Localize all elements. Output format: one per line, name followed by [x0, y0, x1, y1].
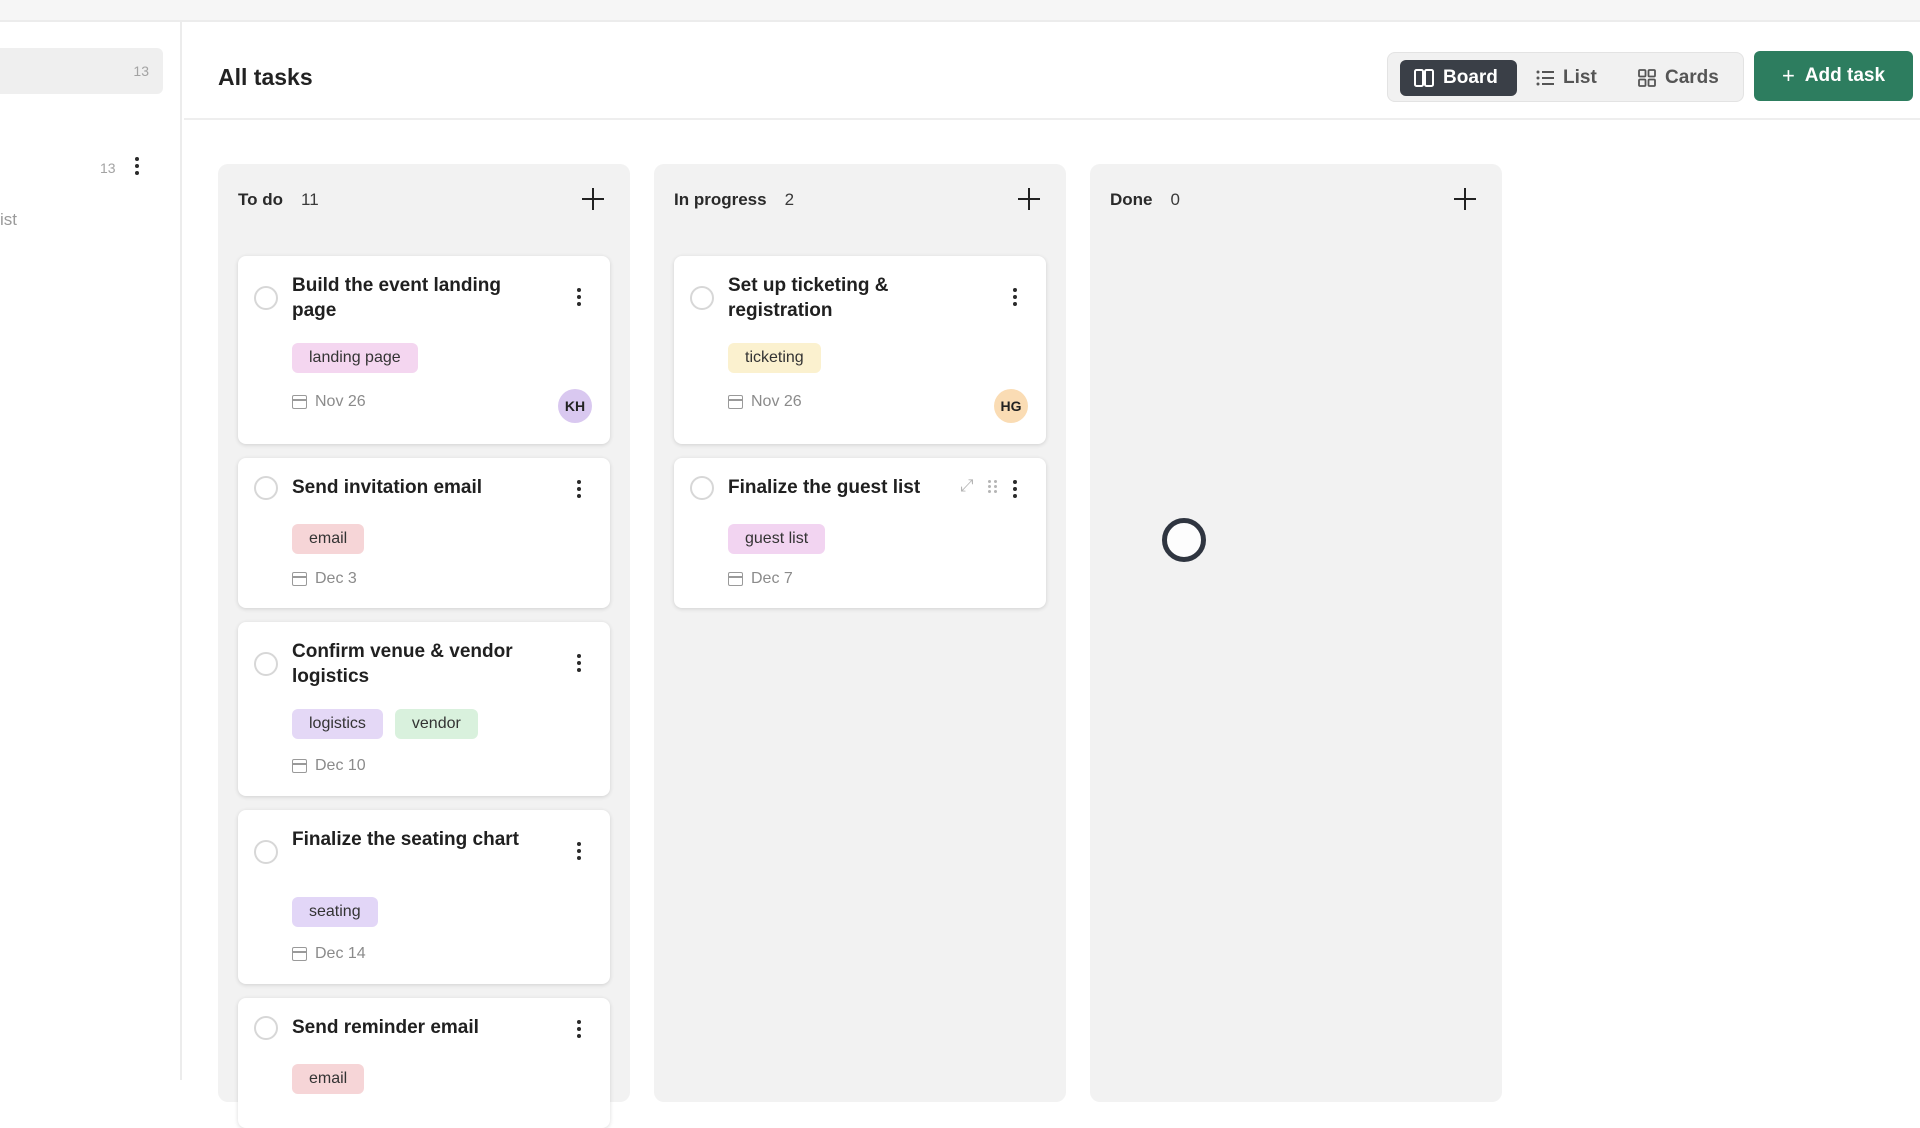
- add-card-icon[interactable]: [1452, 186, 1478, 212]
- task-title: Confirm venue & vendor logistics: [292, 641, 513, 687]
- column-title: Done: [1110, 190, 1153, 209]
- tag-badge: guest list: [728, 524, 826, 554]
- list-icon: [1536, 70, 1554, 86]
- column-count: 0: [1170, 190, 1180, 209]
- task-card-hovered[interactable]: Finalize the guest list ⤢ guest list Dec…: [674, 458, 1046, 608]
- tag-badge: email: [292, 1064, 365, 1094]
- tag-badge: email: [292, 524, 365, 554]
- expand-icon[interactable]: ⤢: [960, 476, 974, 496]
- sidebar-item-label-partial[interactable]: ist: [0, 210, 17, 230]
- calendar-icon: [292, 947, 307, 961]
- drag-handle-icon[interactable]: [987, 479, 998, 493]
- tag-badge: landing page: [292, 343, 418, 373]
- task-card[interactable]: Send invitation email email Dec 3: [238, 458, 610, 608]
- more-options-icon[interactable]: [1012, 288, 1018, 306]
- task-title: Finalize the guest list: [728, 477, 921, 498]
- board-columns-icon: [1414, 69, 1434, 87]
- more-options-icon[interactable]: [576, 842, 582, 860]
- due-date: Dec 14: [292, 945, 366, 963]
- top-strip: [0, 0, 1920, 22]
- more-options-icon[interactable]: [576, 480, 582, 498]
- add-card-icon[interactable]: [580, 186, 606, 212]
- calendar-icon: [728, 572, 743, 586]
- more-options-icon[interactable]: [576, 654, 582, 672]
- due-date: Dec 3: [292, 570, 357, 588]
- more-options-icon[interactable]: [576, 1020, 582, 1038]
- add-card-icon[interactable]: [1016, 186, 1042, 212]
- due-date-text: Dec 14: [315, 945, 366, 962]
- tag-badge: ticketing: [728, 343, 821, 373]
- tag-badge: vendor: [394, 709, 478, 739]
- due-date-text: Dec 7: [751, 570, 793, 587]
- column-count: 11: [301, 190, 319, 209]
- view-list-label: List: [1563, 67, 1597, 88]
- due-date: Nov 26: [728, 393, 802, 411]
- sidebar-item-selected[interactable]: 13: [0, 48, 163, 94]
- task-card[interactable]: Send reminder email email: [238, 998, 610, 1128]
- complete-checkbox[interactable]: [254, 652, 278, 676]
- assignee-avatar[interactable]: KH: [558, 389, 592, 423]
- page-title: All tasks: [218, 64, 313, 90]
- tag-badge: logistics: [292, 709, 383, 739]
- tag-badge: seating: [292, 897, 378, 927]
- due-date: Nov 26: [292, 393, 366, 411]
- assignee-avatar[interactable]: HG: [994, 389, 1028, 423]
- due-date: Dec 7: [728, 570, 793, 588]
- task-card[interactable]: Finalize the seating chart seating Dec 1…: [238, 810, 610, 984]
- complete-checkbox[interactable]: [690, 286, 714, 310]
- sidebar-item-count: 13: [100, 160, 116, 176]
- complete-checkbox[interactable]: [254, 840, 278, 864]
- column-title: To do: [238, 190, 283, 209]
- complete-checkbox[interactable]: [254, 1016, 278, 1040]
- view-board-button[interactable]: Board: [1400, 60, 1517, 96]
- column-done: Done 0: [1090, 164, 1502, 1102]
- calendar-icon: [728, 395, 743, 409]
- add-task-button[interactable]: + Add task: [1754, 51, 1913, 101]
- task-title: Finalize the seating chart: [292, 829, 519, 850]
- task-title: Send invitation email: [292, 477, 483, 498]
- view-cards-label: Cards: [1665, 67, 1719, 88]
- due-date-text: Nov 26: [751, 393, 802, 410]
- column-count: 2: [784, 190, 795, 209]
- column-title: In progress: [674, 190, 767, 209]
- due-date-text: Nov 26: [315, 393, 366, 410]
- add-task-label: Add task: [1804, 65, 1886, 86]
- task-title: Send reminder email: [292, 1017, 479, 1038]
- sidebar: 13 13 ist: [0, 22, 182, 1080]
- due-date-text: Dec 10: [315, 757, 366, 774]
- sidebar-item-count: 13: [133, 63, 149, 79]
- task-card[interactable]: Build the event landing page landing pag…: [238, 256, 610, 444]
- more-options-icon[interactable]: [134, 157, 140, 175]
- task-card[interactable]: Confirm venue & vendor logistics logisti…: [238, 622, 610, 796]
- due-date: Dec 10: [292, 757, 366, 775]
- complete-checkbox[interactable]: [254, 286, 278, 310]
- column-in-progress: In progress 2 Set up ticketing & registr…: [654, 164, 1066, 1102]
- task-card[interactable]: Set up ticketing & registration ticketin…: [674, 256, 1046, 444]
- page-header: All tasks Board List Cards + Add task: [184, 22, 1920, 120]
- calendar-icon: [292, 759, 307, 773]
- column-todo: To do 11 Build the event landing page la…: [218, 164, 630, 1128]
- complete-checkbox[interactable]: [254, 476, 278, 500]
- plus-icon: +: [1781, 63, 1795, 88]
- more-options-icon[interactable]: [1012, 480, 1018, 498]
- grid-cards-icon: [1638, 69, 1656, 87]
- more-options-icon[interactable]: [576, 288, 582, 306]
- complete-checkbox[interactable]: [690, 476, 714, 500]
- view-switcher: Board List Cards: [1387, 52, 1744, 102]
- calendar-icon: [292, 572, 307, 586]
- main-area: All tasks Board List Cards + Add task To…: [184, 22, 1920, 1128]
- task-title: Set up ticketing & registration: [728, 275, 889, 321]
- calendar-icon: [292, 395, 307, 409]
- due-date-text: Dec 3: [315, 570, 357, 587]
- cursor-ring-icon: [1162, 518, 1206, 562]
- view-list-button[interactable]: List: [1522, 60, 1620, 96]
- view-cards-button[interactable]: Cards: [1624, 60, 1736, 96]
- view-board-label: Board: [1443, 67, 1498, 88]
- task-title: Build the event landing page: [292, 275, 502, 321]
